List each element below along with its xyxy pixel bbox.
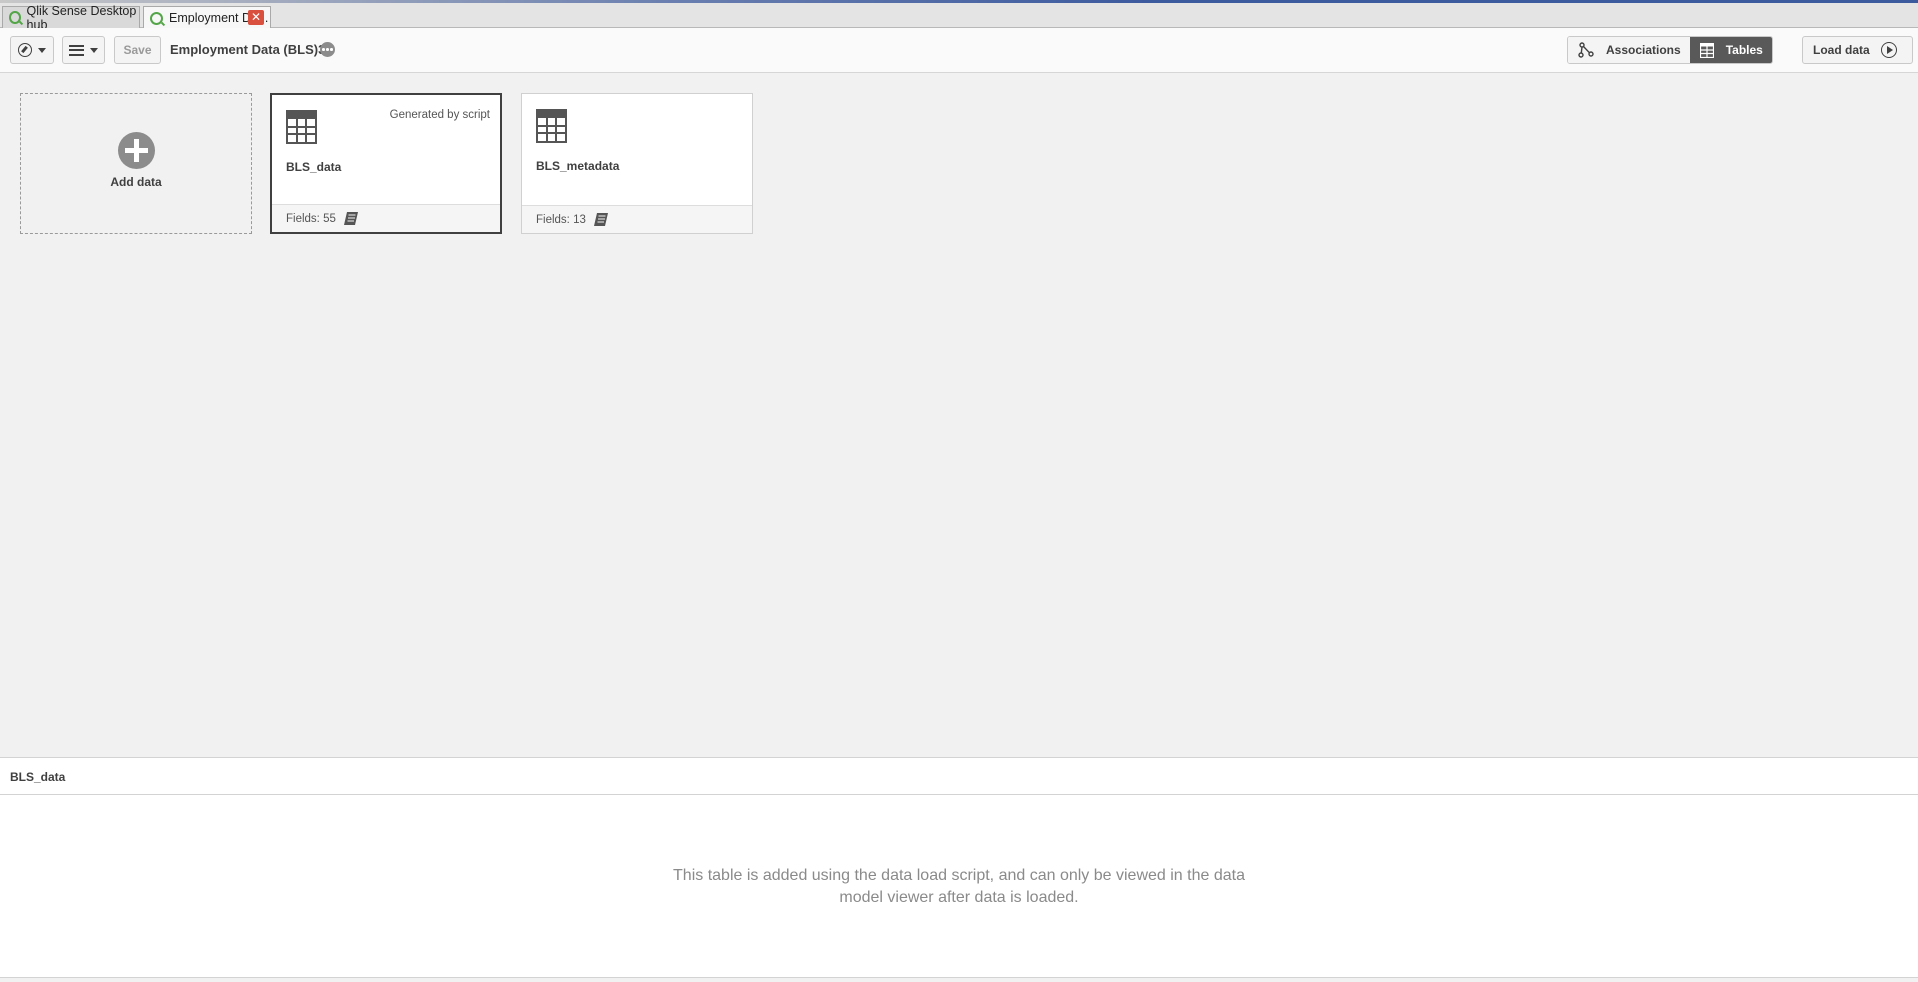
add-data-label: Add data xyxy=(110,175,162,189)
table-icon xyxy=(286,110,317,144)
view-toggle: Associations Tables xyxy=(1567,36,1773,64)
more-options-icon[interactable] xyxy=(320,42,335,57)
list-icon xyxy=(69,44,84,56)
preview-message: This table is added using the data load … xyxy=(659,865,1259,909)
play-icon xyxy=(1880,42,1897,58)
script-icon xyxy=(343,212,358,225)
associations-button[interactable]: Associations xyxy=(1568,37,1690,63)
preview-panel-header[interactable]: BLS_data xyxy=(0,757,1918,795)
app-title: Employment Data (BLS)3 xyxy=(170,42,326,57)
table-card-footer: Fields: 55 xyxy=(272,204,500,232)
table-card-bls-metadata[interactable]: BLS_metadata Fields: 13 xyxy=(521,93,753,234)
global-menu-button[interactable] xyxy=(62,36,105,64)
browser-tab-bar: Qlik Sense Desktop hub Employment Da... … xyxy=(0,3,1918,32)
script-icon xyxy=(593,213,608,226)
navigation-compass-icon xyxy=(18,43,32,57)
preview-panel-title: BLS_data xyxy=(10,770,66,784)
tab-qlik-hub[interactable]: Qlik Sense Desktop hub xyxy=(2,4,140,32)
preview-message-line-1: This table is added using the data load … xyxy=(673,867,1245,884)
associations-label: Associations xyxy=(1606,43,1681,57)
table-name: BLS_data xyxy=(286,160,342,174)
qlik-logo-icon xyxy=(9,11,21,24)
table-card-footer: Fields: 13 xyxy=(522,205,752,233)
close-tab-icon[interactable]: ✕ xyxy=(248,10,264,25)
fields-count: Fields: 55 xyxy=(286,212,336,225)
chevron-down-icon xyxy=(90,47,98,53)
associations-icon xyxy=(1578,42,1594,58)
table-card-bls-data[interactable]: Generated by script BLS_data Fields: 55 xyxy=(270,93,502,234)
save-button[interactable]: Save xyxy=(114,36,161,64)
preview-panel-body: This table is added using the data load … xyxy=(0,795,1918,978)
toolbar: Save Employment Data (BLS)3 Associations… xyxy=(0,28,1918,73)
add-icon xyxy=(117,132,155,169)
tables-icon xyxy=(1699,42,1714,58)
fields-count: Fields: 13 xyxy=(536,213,586,226)
table-name: BLS_metadata xyxy=(536,159,620,173)
navigation-menu-button[interactable] xyxy=(10,36,54,64)
tables-label: Tables xyxy=(1725,43,1763,57)
chevron-down-icon xyxy=(38,47,46,53)
load-data-label: Load data xyxy=(1813,43,1870,57)
tables-button[interactable]: Tables xyxy=(1689,37,1772,63)
tab-employment-data[interactable]: Employment Da... ✕ xyxy=(143,6,271,29)
load-data-button[interactable]: Load data xyxy=(1802,36,1913,64)
preview-message-line-2: model viewer after data is loaded. xyxy=(839,889,1079,906)
qlik-logo-icon xyxy=(150,11,163,25)
add-data-card[interactable]: Add data xyxy=(20,93,252,234)
generated-by-script-badge: Generated by script xyxy=(389,109,490,121)
table-icon xyxy=(536,109,567,143)
